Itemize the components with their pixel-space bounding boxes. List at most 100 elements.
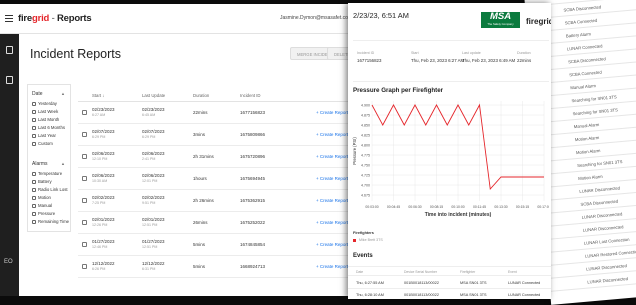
create-report-link[interactable]: + Create Report <box>316 264 348 269</box>
checkbox[interactable] <box>32 118 36 122</box>
list-item-label: Motion Alarm <box>576 148 601 155</box>
create-report-link[interactable]: + Create Report <box>316 132 348 137</box>
checkbox[interactable] <box>32 126 36 130</box>
filter-option[interactable]: Radio Link Lost <box>32 187 66 192</box>
event-type: LUNAR Connected <box>508 293 540 297</box>
checkbox[interactable] <box>32 188 36 192</box>
start-date: 12/12/2022 <box>92 261 115 266</box>
row-checkbox[interactable] <box>82 132 87 137</box>
row-checkbox[interactable] <box>82 110 87 115</box>
create-report-link[interactable]: + Create Report <box>316 198 348 203</box>
checkbox[interactable] <box>32 180 36 184</box>
checkbox[interactable] <box>32 172 36 176</box>
checkbox[interactable] <box>32 142 36 146</box>
event-firefighter: MSA SN01 3TS <box>460 293 487 297</box>
start-time: 12:10 PM <box>92 157 115 161</box>
create-report-link[interactable]: + Create Report <box>316 154 348 159</box>
cell-last-update: 01/27/202312:51 PM <box>142 239 165 249</box>
filter-option[interactable]: Remaining Time <box>32 219 66 224</box>
x-tick-label: 00:06:30 <box>408 205 421 209</box>
table-row[interactable]: 02/06/202310:30 AM02/06/202312:01 PM1hou… <box>78 168 360 190</box>
column-header-last-update[interactable]: Last Update <box>142 93 165 98</box>
filter-option[interactable]: Temperature <box>32 171 66 176</box>
filter-option[interactable]: Manual <box>32 203 66 208</box>
table-row[interactable]: 02/07/20236:29 PM02/07/20236:29 PM3mins1… <box>78 124 360 146</box>
column-header-start[interactable]: Start ↓ <box>92 93 104 98</box>
cell-incident-id: 1675252022 <box>240 220 265 225</box>
filter-option[interactable]: Last Week <box>32 109 66 114</box>
filter-option-label: Last Month <box>38 117 59 122</box>
x-tick-label: 00:13:30 <box>494 205 507 209</box>
table-row[interactable]: 01/27/202312:46 PM01/27/202312:51 PM5min… <box>78 234 360 256</box>
start-date: 02/07/2023 <box>92 129 115 134</box>
reports-nav-icon[interactable] <box>6 46 13 54</box>
row-checkbox[interactable] <box>82 264 87 269</box>
create-report-link[interactable]: + Create Report <box>316 110 348 115</box>
alarms-filter-heading[interactable]: Alarms▲ <box>32 161 66 167</box>
start-date: 02/23/2023 <box>92 107 115 112</box>
y-tick-label: 4.775 <box>361 153 370 157</box>
list-item-label: Battery Alarm <box>566 31 591 38</box>
chevron-up-icon: ▲ <box>61 91 65 96</box>
checkbox[interactable] <box>32 204 36 208</box>
update-time: 6:29 PM <box>142 135 165 139</box>
hamburger-menu-icon[interactable] <box>5 15 13 22</box>
devices-nav-icon[interactable] <box>6 76 13 84</box>
checkbox[interactable] <box>32 212 36 216</box>
summary-incident-id: Incident ID1677156823 <box>357 51 381 63</box>
checkbox[interactable] <box>32 102 36 106</box>
table-row[interactable]: 02/23/20236:27 AM02/23/20236:45 AM22mins… <box>78 102 360 124</box>
events-row: Thu, 6:27:55 AM001B0018113/00022MSA SN01… <box>348 277 551 289</box>
list-item-label: LUNAR Disconnected <box>581 211 622 220</box>
create-report-link[interactable]: + Create Report <box>316 220 348 225</box>
filter-option[interactable]: Last Month <box>32 117 66 122</box>
checkbox[interactable] <box>32 110 36 114</box>
table-row[interactable]: 02/02/20237:25 PM02/02/20239:51 PM2h 26m… <box>78 190 360 212</box>
incident-table: Start ↓ Last Update Duration Incident ID… <box>78 88 360 278</box>
row-checkbox[interactable] <box>82 242 87 247</box>
cell-duration: 5mins <box>193 242 205 247</box>
create-report-link[interactable]: + Create Report <box>316 176 348 181</box>
checkbox[interactable] <box>32 134 36 138</box>
checkbox[interactable] <box>32 196 36 200</box>
filter-option[interactable]: Motion <box>32 195 66 200</box>
summary-last-update: Last updateThu, Feb 23, 2023 6:49 AM <box>462 51 515 63</box>
filter-panel: Date▲ Yesterday Last Week Last Month Last 6… <box>27 84 71 232</box>
start-date: 01/27/2023 <box>92 239 115 244</box>
y-tick-label: 4.800 <box>361 143 370 147</box>
row-checkbox[interactable] <box>82 176 87 181</box>
cell-duration: 3mins <box>193 132 205 137</box>
update-time: 6:31 PM <box>142 267 165 271</box>
row-checkbox[interactable] <box>82 154 87 159</box>
date-filter-heading[interactable]: Date▲ <box>32 91 66 97</box>
filter-option[interactable]: Custom <box>32 141 66 146</box>
table-row[interactable]: 02/06/202312:10 PM02/06/20232:41 PM2h 31… <box>78 146 360 168</box>
filter-option[interactable]: Last 6 Months <box>32 125 66 130</box>
cell-duration: 1hours <box>193 176 207 181</box>
user-email[interactable]: Jasmine.Dymon@msasafet.com <box>280 15 352 21</box>
column-header-incident-id[interactable]: Incident ID <box>240 93 261 98</box>
filter-option[interactable]: Last Year <box>32 133 66 138</box>
legend-firefighter-name[interactable]: Mike Brett 3TS <box>359 238 383 242</box>
filter-option[interactable]: Pressure <box>32 211 66 216</box>
events-row: Thu, 6:28:10 AM001B0018113/00022MSA SN01… <box>348 289 551 299</box>
row-checkbox[interactable] <box>82 198 87 203</box>
filter-option[interactable]: Yesterday <box>32 101 66 106</box>
list-item-label: Searching for SN01 3TS <box>572 107 618 116</box>
checkbox[interactable] <box>32 220 36 224</box>
x-tick-label: 00:08:15 <box>430 205 443 209</box>
update-date: 02/06/2023 <box>142 173 165 178</box>
column-header-duration[interactable]: Duration <box>193 93 209 98</box>
app-logo[interactable]: firegrid - Reports <box>18 13 91 24</box>
table-row[interactable]: 02/01/202312:26 PM02/01/202312:51 PM26mi… <box>78 212 360 234</box>
cell-incident-id: 1675809866 <box>240 132 265 137</box>
start-time: 6:27 AM <box>92 113 115 117</box>
list-item-label: SCBA Connected <box>569 70 602 78</box>
events-table-header: Date Device Serial Number Firefighter Ev… <box>348 266 551 276</box>
event-date: Thu, 6:27:55 AM <box>356 281 384 285</box>
filter-option[interactable]: Battery <box>32 179 66 184</box>
table-row[interactable]: 12/12/20226:26 PM12/12/20226:31 PM5mins1… <box>78 256 360 278</box>
row-checkbox[interactable] <box>82 220 87 225</box>
start-date: 02/01/2023 <box>92 217 115 222</box>
create-report-link[interactable]: + Create Report <box>316 242 348 247</box>
